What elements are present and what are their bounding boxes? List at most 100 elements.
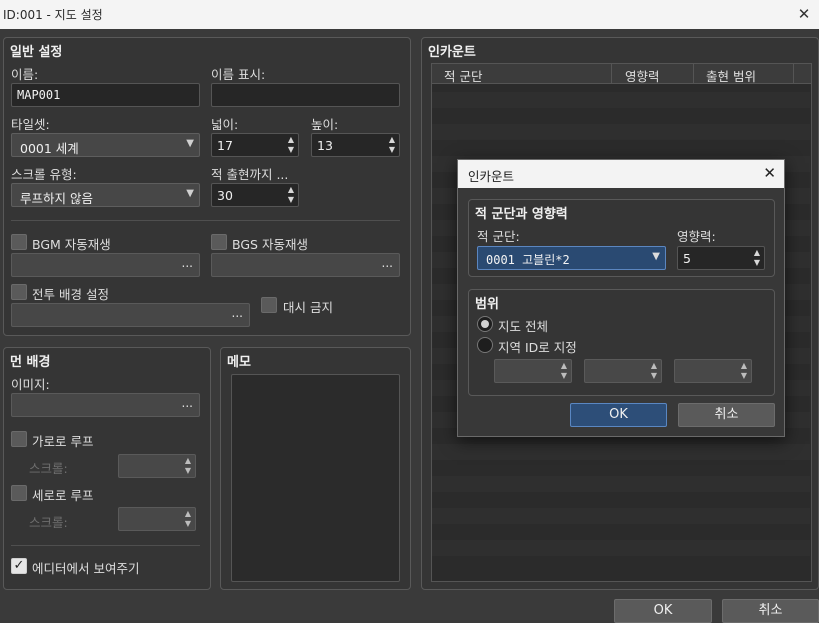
- disable-dash-checkbox[interactable]: [261, 297, 277, 313]
- encounter-steps-value: 30: [217, 188, 233, 203]
- whole-map-radio[interactable]: [477, 316, 493, 332]
- scroll-h-spinner[interactable]: ▲ ▼: [118, 454, 196, 478]
- list-row[interactable]: [432, 540, 810, 556]
- chevron-down-icon: ▼: [186, 188, 194, 199]
- display-name-label: 이름 표시:: [211, 67, 266, 82]
- weight-value: 5: [683, 251, 691, 266]
- memo-textarea[interactable]: [231, 374, 400, 582]
- loop-horizontal-label: 가로로 루프: [32, 434, 94, 449]
- display-name-input[interactable]: [211, 83, 400, 107]
- loop-horizontal-checkbox[interactable]: [11, 431, 27, 447]
- tileset-value: 0001 세계: [20, 141, 79, 156]
- cancel-button[interactable]: 취소: [722, 599, 819, 623]
- close-icon[interactable]: ✕: [763, 164, 776, 182]
- spin-arrows-icon[interactable]: ▲ ▼: [185, 509, 191, 529]
- list-row[interactable]: [432, 508, 810, 524]
- bgm-field[interactable]: ...: [11, 253, 200, 277]
- width-spinner[interactable]: 17 ▲ ▼: [211, 133, 299, 157]
- dialog-cancel-button[interactable]: 취소: [678, 403, 775, 427]
- name-input[interactable]: MAP001: [11, 83, 200, 107]
- dialog-ok-button[interactable]: OK: [570, 403, 667, 427]
- browse-dots[interactable]: ...: [182, 396, 193, 410]
- region-id-spinner-3[interactable]: ▲ ▼: [674, 359, 752, 383]
- scroll-v-spinner[interactable]: ▲ ▼: [118, 507, 196, 531]
- scroll-h-label: 스크롤:: [29, 461, 68, 476]
- browse-dots[interactable]: ...: [182, 256, 193, 270]
- region-id-spinner-2[interactable]: ▲ ▼: [584, 359, 662, 383]
- scroll-v-label: 스크롤:: [29, 515, 68, 530]
- spin-arrows-icon[interactable]: ▲ ▼: [185, 456, 191, 476]
- battleback-checkbox[interactable]: [11, 284, 27, 300]
- troop-weight-title: 적 군단과 영향력: [475, 207, 568, 222]
- spin-arrows-icon[interactable]: ▲ ▼: [288, 185, 294, 205]
- width-label: 넓이:: [211, 117, 239, 132]
- show-in-editor-checkbox[interactable]: ✓: [11, 558, 27, 574]
- name-value: MAP001: [17, 88, 61, 102]
- parallax-image-label: 이미지:: [11, 377, 50, 392]
- loop-vertical-label: 세로로 루프: [32, 488, 94, 503]
- bgs-field[interactable]: ...: [211, 253, 400, 277]
- divider: [11, 220, 400, 221]
- bgs-autoplay-checkbox[interactable]: [211, 234, 227, 250]
- disable-dash-label: 대시 금지: [283, 300, 333, 315]
- dialog-titlebar: 인카운트 ✕: [458, 160, 784, 188]
- memo-title: 메모: [227, 355, 251, 370]
- spin-arrows-icon[interactable]: ▲ ▼: [561, 361, 567, 381]
- encounter-dialog: 인카운트 ✕ 적 군단과 영향력 적 군단: 0001 고블린*2 ▼ 영향력:…: [457, 159, 785, 437]
- whole-map-label: 지도 전체: [498, 319, 548, 334]
- browse-dots[interactable]: ...: [382, 256, 393, 270]
- spin-arrows-icon[interactable]: ▲ ▼: [288, 135, 294, 155]
- region-id-radio[interactable]: [477, 337, 493, 353]
- spin-arrows-icon[interactable]: ▲ ▼: [754, 248, 760, 268]
- tileset-select[interactable]: 0001 세계 ▼: [11, 133, 200, 157]
- region-id-label: 지역 ID로 지정: [498, 340, 577, 355]
- scroll-type-value: 루프하지 않음: [20, 191, 93, 206]
- chevron-down-icon: ▼: [652, 251, 660, 262]
- column-divider: [793, 64, 794, 84]
- battleback-field[interactable]: ...: [11, 303, 250, 327]
- spin-arrows-icon[interactable]: ▲ ▼: [741, 361, 747, 381]
- dialog-title: 인카운트: [468, 169, 515, 184]
- bgs-autoplay-label: BGS 자동재생: [232, 237, 308, 252]
- tileset-label: 타일셋:: [11, 117, 50, 132]
- list-row[interactable]: [432, 476, 810, 492]
- height-value: 13: [317, 138, 333, 153]
- close-icon[interactable]: ✕: [789, 0, 819, 29]
- list-row[interactable]: [432, 124, 810, 140]
- name-label: 이름:: [11, 67, 39, 82]
- troop-label: 적 군단:: [477, 229, 520, 244]
- scroll-type-select[interactable]: 루프하지 않음 ▼: [11, 183, 200, 207]
- list-row[interactable]: [432, 444, 810, 460]
- column-divider: [693, 64, 694, 84]
- window-title: ID:001 - 지도 설정: [3, 8, 103, 22]
- parallax-title: 먼 배경: [10, 355, 51, 370]
- general-settings-title: 일반 설정: [10, 45, 63, 60]
- column-weight[interactable]: 영향력: [625, 66, 660, 85]
- height-spinner[interactable]: 13 ▲ ▼: [311, 133, 400, 157]
- divider: [11, 545, 200, 546]
- weight-spinner[interactable]: 5 ▲ ▼: [677, 246, 765, 270]
- ok-button[interactable]: OK: [614, 599, 712, 623]
- encounter-list-header: 적 군단 영향력 출현 범위: [432, 64, 811, 84]
- loop-vertical-checkbox[interactable]: [11, 485, 27, 501]
- list-row[interactable]: [432, 92, 810, 108]
- troop-value: 0001 고블린*2: [486, 253, 570, 267]
- column-divider: [611, 64, 612, 84]
- spin-arrows-icon[interactable]: ▲ ▼: [651, 361, 657, 381]
- battleback-label: 전투 배경 설정: [32, 287, 109, 302]
- bgm-autoplay-checkbox[interactable]: [11, 234, 27, 250]
- scroll-type-label: 스크롤 유형:: [11, 167, 77, 182]
- encounters-title: 인카운트: [428, 45, 476, 60]
- column-range[interactable]: 출현 범위: [706, 66, 756, 85]
- height-label: 높이:: [311, 117, 339, 132]
- parallax-image-field[interactable]: ...: [11, 393, 200, 417]
- column-troop[interactable]: 적 군단: [444, 66, 482, 85]
- spin-arrows-icon[interactable]: ▲ ▼: [389, 135, 395, 155]
- troop-select[interactable]: 0001 고블린*2 ▼: [477, 246, 666, 270]
- encounter-steps-label: 적 출현까지 ...: [211, 167, 289, 182]
- region-id-spinner-1[interactable]: ▲ ▼: [494, 359, 572, 383]
- window-titlebar: ID:001 - 지도 설정 ✕: [0, 0, 819, 29]
- browse-dots[interactable]: ...: [232, 306, 243, 320]
- chevron-down-icon: ▼: [186, 138, 194, 149]
- encounter-steps-spinner[interactable]: 30 ▲ ▼: [211, 183, 299, 207]
